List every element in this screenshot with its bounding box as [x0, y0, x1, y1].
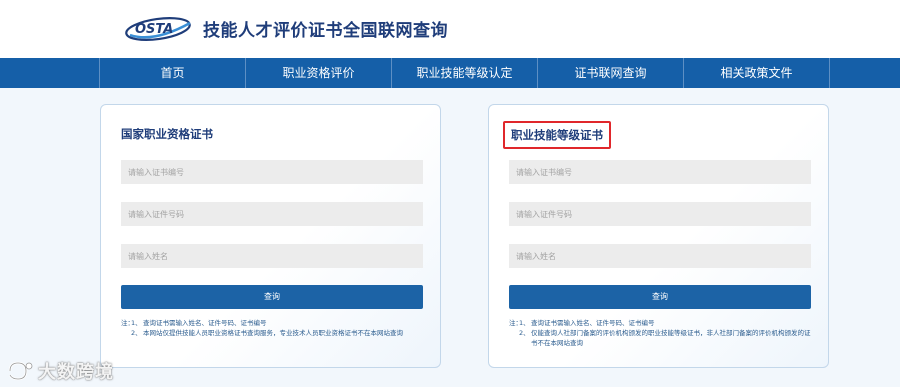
card-title: 国家职业资格证书	[121, 127, 213, 141]
note-number: 2、	[131, 329, 142, 337]
nav-bar: 首页 职业资格评价 职业技能等级认定 证书联网查询 相关政策文件	[99, 58, 830, 88]
note-item: 注： 1、 查询证书需输入姓名、证件号码、证书编号	[121, 318, 426, 328]
site-title: 技能人才评价证书全国联网查询	[203, 21, 448, 41]
watermark-logo-icon	[8, 361, 33, 381]
osta-logo[interactable]: OSTA	[124, 13, 196, 43]
name-input[interactable]	[509, 244, 811, 268]
id-number-input[interactable]	[509, 202, 811, 226]
note-text: 查询证书需输入姓名、证件号码、证书编号	[143, 319, 267, 327]
query-button[interactable]: 查询	[509, 285, 811, 309]
nav-item-skill-level-certification[interactable]: 职业技能等级认定	[391, 58, 537, 88]
note-number: 1、	[519, 319, 530, 327]
certificate-number-input[interactable]	[509, 160, 811, 184]
logo-text: OSTA	[135, 22, 173, 37]
skill-level-certificate-card: 职业技能等级证书 查询 注： 1、 查询证书需输入姓名、证件号码、证书编号 2、…	[488, 104, 829, 368]
site-header: OSTA 技能人才评价证书全国联网查询	[0, 0, 900, 58]
note-text: 查询证书需输入姓名、证件号码、证书编号	[531, 319, 655, 327]
note-item: 注： 1、 查询证书需输入姓名、证件号码、证书编号	[509, 318, 814, 328]
watermark: 大数跨境	[6, 358, 114, 384]
id-number-input[interactable]	[121, 202, 423, 226]
note-item: 2、 本网站仅提供技能人员职业资格证书查询服务，专业技术人员职业资格证书不在本网…	[121, 328, 426, 338]
nav-item-qualification-evaluation[interactable]: 职业资格评价	[245, 58, 391, 88]
note-text: 仅能查询人社部门备案的评价机构颁发的职业技能等级证书，非人社部门备案的评价机构颁…	[531, 329, 811, 347]
note-number: 2、	[519, 329, 530, 337]
main-nav: 首页 职业资格评价 职业技能等级认定 证书联网查询 相关政策文件	[0, 58, 900, 88]
note-number: 1、	[131, 319, 142, 327]
nav-item-certificate-query[interactable]: 证书联网查询	[537, 58, 683, 88]
note-prefix: 注：	[121, 319, 134, 327]
name-input[interactable]	[121, 244, 423, 268]
note-item: 2、 仅能查询人社部门备案的评价机构颁发的职业技能等级证书，非人社部门备案的评价…	[509, 328, 814, 348]
notes: 注： 1、 查询证书需输入姓名、证件号码、证书编号 2、 仅能查询人社部门备案的…	[509, 318, 814, 348]
certificate-number-input[interactable]	[121, 160, 423, 184]
note-prefix: 注：	[509, 319, 522, 327]
nav-item-home[interactable]: 首页	[99, 58, 245, 88]
nav-item-policy-documents[interactable]: 相关政策文件	[683, 58, 830, 88]
notes: 注： 1、 查询证书需输入姓名、证件号码、证书编号 2、 本网站仅提供技能人员职…	[121, 318, 426, 338]
query-button[interactable]: 查询	[121, 285, 423, 309]
card-title: 职业技能等级证书	[503, 121, 611, 149]
qualification-certificate-card: 国家职业资格证书 查询 注： 1、 查询证书需输入姓名、证件号码、证书编号 2、…	[100, 104, 441, 368]
watermark-text: 大数跨境	[38, 362, 114, 383]
note-text: 本网站仅提供技能人员职业资格证书查询服务，专业技术人员职业资格证书不在本网站查询	[143, 329, 403, 337]
